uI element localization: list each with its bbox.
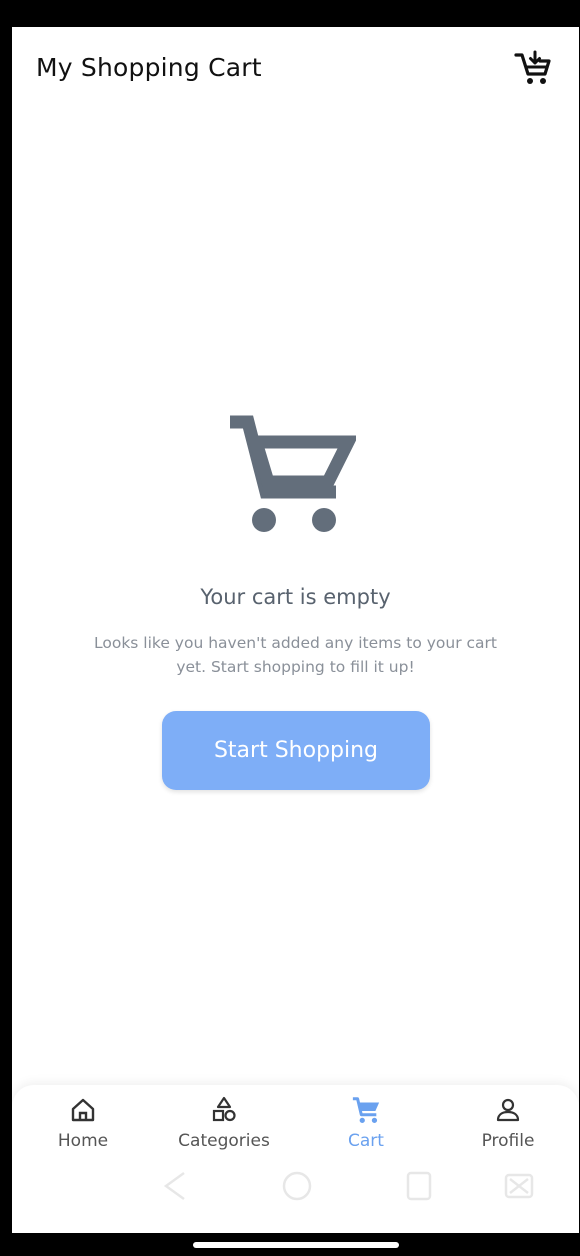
nav-item-categories[interactable]: Categories [154,1095,294,1163]
nav-item-profile[interactable]: Profile [438,1095,578,1163]
system-navigation-bar [12,1157,579,1217]
empty-cart-subtitle: Looks like you haven't added any items t… [94,634,497,676]
home-icon [71,1098,95,1122]
back-icon[interactable] [160,1169,190,1203]
bottom-navigation: Home Categories Cart Profile [12,1085,579,1233]
accessibility-icon[interactable] [502,1169,536,1203]
home-indicator[interactable] [193,1242,399,1248]
nav-item-cart[interactable]: Cart [296,1095,436,1163]
start-shopping-button[interactable]: Start Shopping [162,711,430,790]
app-screen: My Shopping Cart Your cart is empty Look… [12,27,579,1233]
nav-label-profile: Profile [481,1131,535,1151]
recents-icon[interactable] [404,1169,434,1203]
nav-label-home: Home [57,1131,109,1151]
empty-cart-title: Your cart is empty [200,585,391,609]
add-to-cart-icon [514,50,551,84]
shopping-cart-icon [230,415,356,532]
app-bar: My Shopping Cart [12,27,579,107]
home-button-icon[interactable] [280,1169,314,1203]
categories-icon [212,1096,236,1122]
nav-label-categories: Categories [178,1131,270,1151]
page-title: My Shopping Cart [36,53,262,82]
nav-item-home[interactable]: Home [13,1095,153,1163]
add-to-cart-button[interactable] [512,47,554,89]
cart-icon [352,1097,380,1123]
nav-label-cart: Cart [348,1131,384,1151]
profile-icon [496,1098,520,1122]
